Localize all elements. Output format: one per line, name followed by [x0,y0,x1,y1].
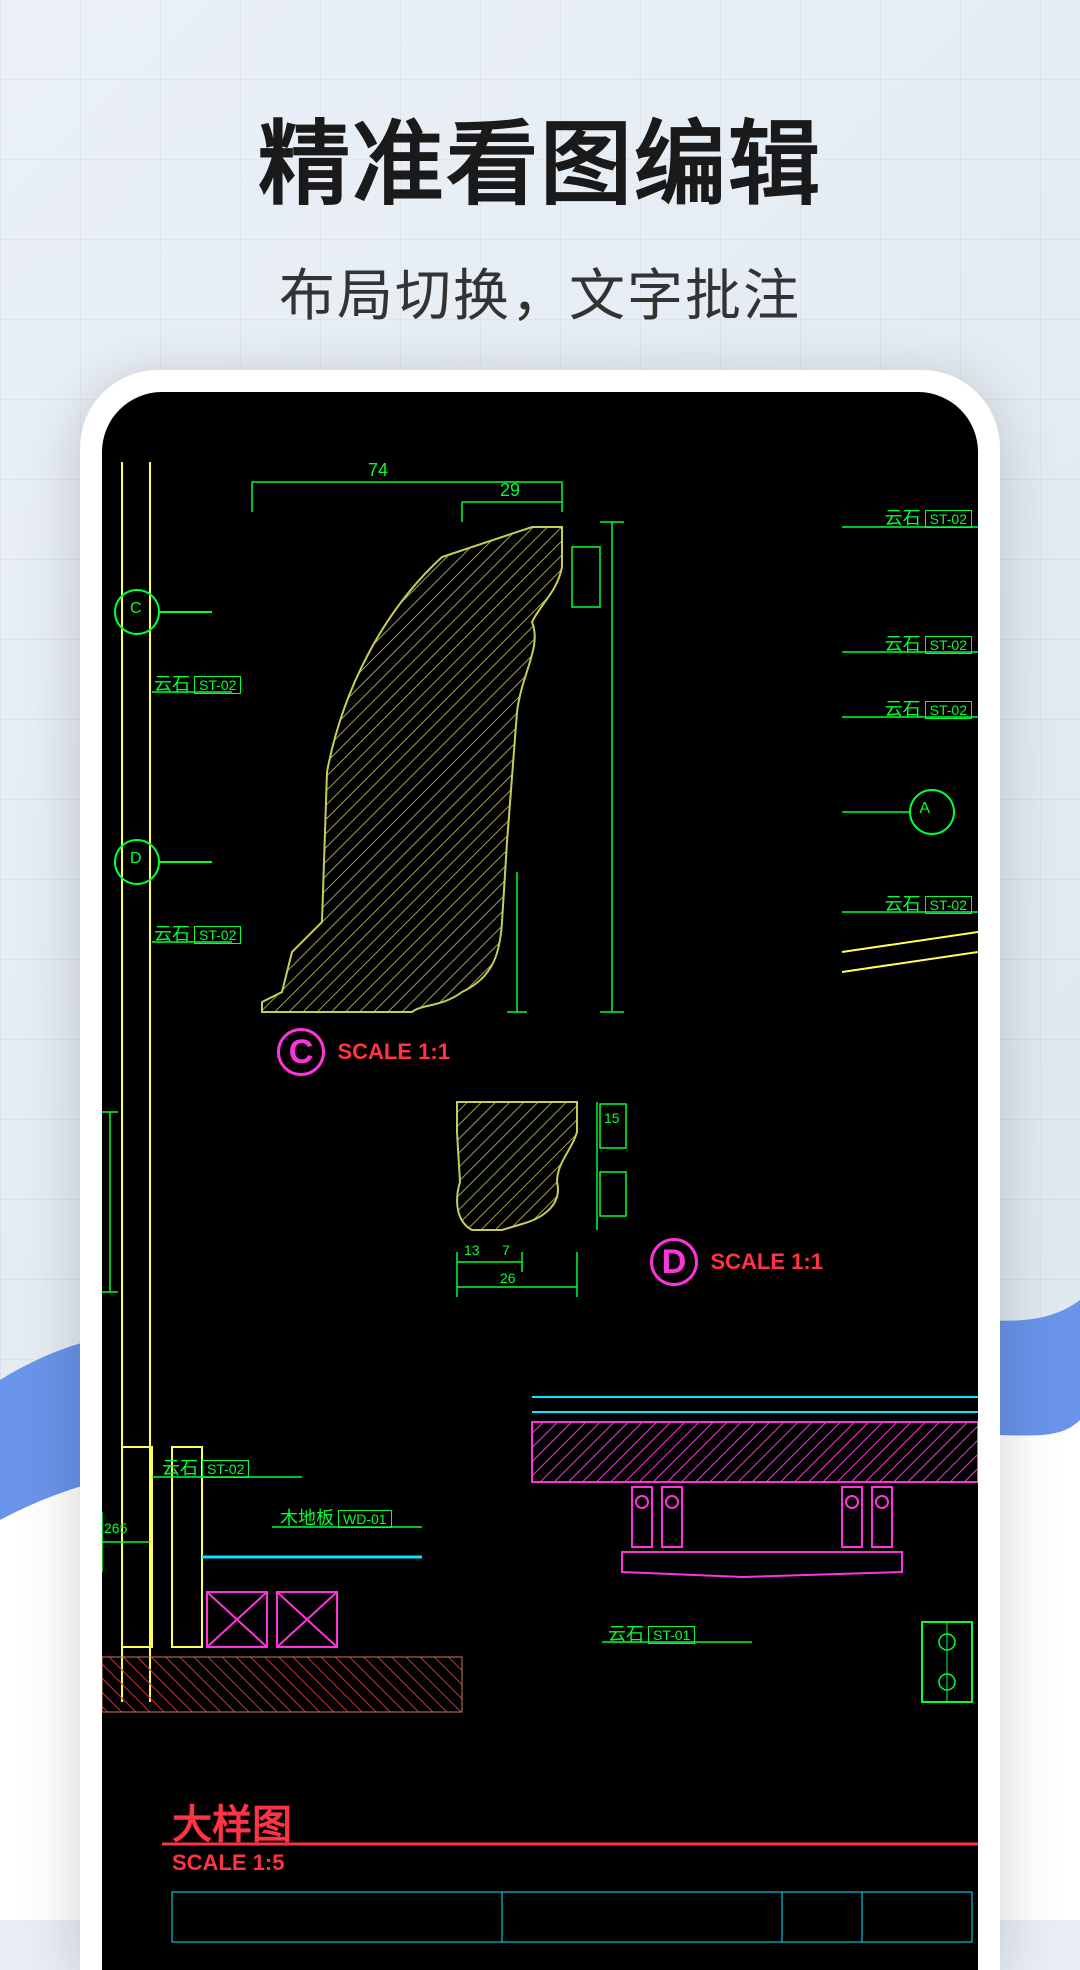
dim-7: 7 [502,1242,510,1258]
dim-265: 265 [104,1520,127,1536]
section-ref-d: D [130,850,142,868]
detail-title-text: 大样图 [172,1803,292,1847]
section-letter-d: D [650,1238,698,1286]
dim-13: 13 [464,1242,480,1258]
material-callout-floor: 云石ST-02 [162,1454,249,1480]
material-callout-right-1: 云石ST-02 [885,504,972,530]
page-title: 精准看图编辑 [0,90,1080,223]
material-callout-right-2: 云石ST-02 [885,630,972,656]
section-c-label: C SCALE 1:1 [277,1028,450,1076]
material-callout-st01: 云石ST-01 [608,1620,695,1646]
material-callout-right-3: 云石ST-02 [885,695,972,721]
dim-29: 29 [500,480,520,501]
dim-74: 74 [368,460,388,481]
material-callout-left-2: 云石ST-02 [154,920,241,946]
material-label: 云石 [154,674,190,694]
phone-mockup-frame: 74 29 C D 云石ST-02 云石ST-02 云石ST-02 云石ST-0… [80,370,1000,1970]
cad-drawing-canvas[interactable] [102,392,978,1952]
scale-d: SCALE 1:1 [710,1249,822,1274]
dim-15: 15 [604,1110,620,1126]
section-letter-c: C [277,1028,325,1076]
wood-floor-label: 木地板 [280,1508,334,1528]
dim-26: 26 [500,1270,516,1286]
section-ref-c: C [130,600,142,618]
material-code-tag: ST-02 [194,926,241,944]
section-ref-a: A [919,800,930,818]
scale-c: SCALE 1:1 [337,1039,449,1064]
page-subtitle: 布局切换，文字批注 [0,251,1080,332]
material-callout-left-1: 云石ST-02 [154,670,241,696]
scale-1-5: SCALE 1:5 [172,1850,284,1875]
promo-header: 精准看图编辑 布局切换，文字批注 [0,0,1080,332]
material-callout-right-4: 云石ST-02 [885,890,972,916]
material-code-tag: ST-02 [194,676,241,694]
material-label: 云石 [154,924,190,944]
cad-viewer-screen[interactable]: 74 29 C D 云石ST-02 云石ST-02 云石ST-02 云石ST-0… [102,392,978,1970]
detail-drawing-title: 大样图 [172,1792,292,1850]
wood-floor-callout: 木地板WD-01 [280,1504,392,1530]
section-d-label: D SCALE 1:1 [650,1238,823,1286]
detail-drawing-scale: SCALE 1:5 [172,1850,284,1876]
wood-floor-code: WD-01 [338,1510,392,1528]
